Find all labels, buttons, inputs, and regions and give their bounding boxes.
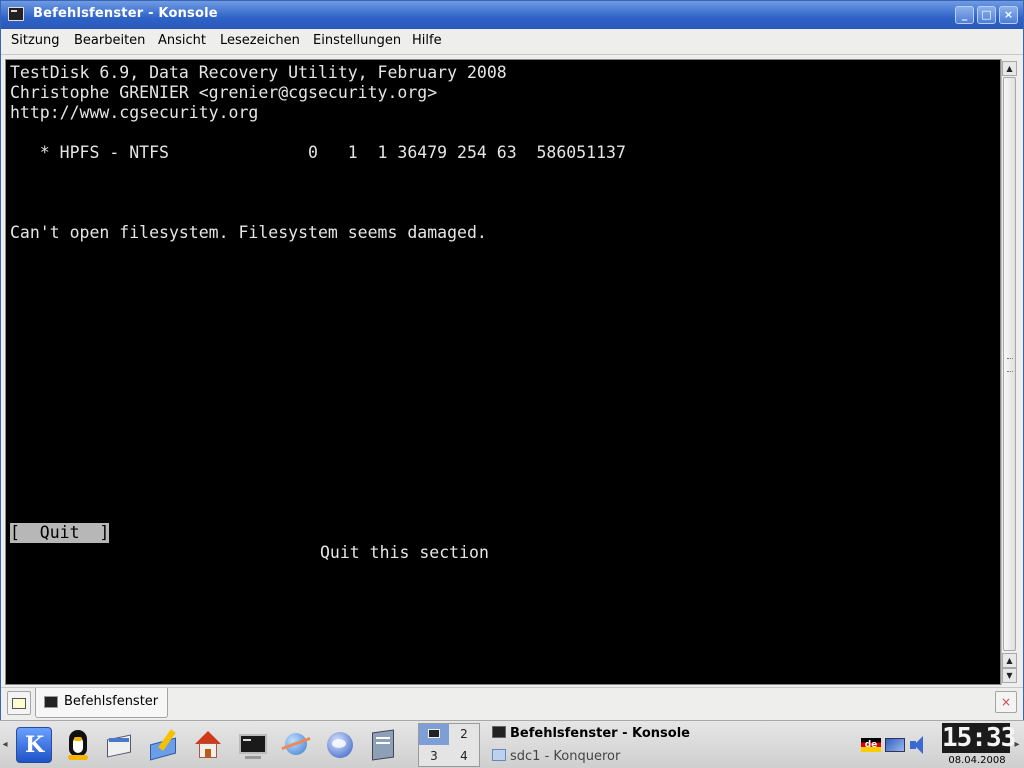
penguin-icon[interactable] — [60, 727, 96, 763]
quit-description: Quit this section — [320, 543, 489, 562]
session-tab-label: Befehlsfenster — [64, 694, 159, 709]
close-session-button[interactable]: × — [995, 691, 1017, 713]
menu-ansicht[interactable]: Ansicht — [158, 33, 206, 48]
panel-hide-right-icon[interactable]: ▸ — [1014, 735, 1020, 755]
panel-hide-left-icon[interactable]: ◂ — [2, 735, 8, 755]
konsole-icon — [44, 696, 58, 708]
menu-hilfe[interactable]: Hilfe — [412, 33, 442, 48]
session-tab-befehlsfenster[interactable]: Befehlsfenster — [35, 688, 168, 718]
konsole-icon[interactable] — [235, 727, 271, 763]
desktop-pager: 2 3 4 — [418, 723, 480, 767]
quit-button[interactable]: [ Quit ] — [10, 523, 110, 543]
terminal-line-author: Christophe GRENIER <grenier@cgsecurity.o… — [10, 83, 438, 102]
pager-desktop-2[interactable]: 2 — [449, 724, 479, 745]
clock-date: 08.04.2008 — [948, 755, 1006, 766]
terminal-view[interactable]: TestDisk 6.9, Data Recovery Utility, Feb… — [5, 59, 1001, 685]
scroll-up-arrow-icon-bottom[interactable]: ▲ — [1002, 653, 1017, 668]
pager-desktop-3[interactable]: 3 — [419, 746, 449, 767]
kontact-icon[interactable] — [146, 727, 182, 763]
clock[interactable]: 15:33 — [942, 723, 1016, 753]
kde-menu-icon[interactable]: K — [16, 727, 52, 763]
office-icon[interactable] — [366, 727, 402, 763]
taskbar-item-label: Befehlsfenster - Konsole — [510, 726, 690, 741]
scroll-up-arrow-icon[interactable]: ▲ — [1002, 61, 1017, 76]
session-tab-bar: Befehlsfenster × — [1, 687, 1023, 720]
terminal-scrollbar[interactable]: ▲ ▲ ▼ — [1001, 59, 1017, 685]
terminal-line-testdisk-version: TestDisk 6.9, Data Recovery Utility, Feb… — [10, 63, 507, 82]
kde-panel: ◂ K 2 3 4 Befehlsfenster - Konsole sdc1 … — [0, 720, 1024, 768]
taskbar-item-label: sdc1 - Konqueror — [510, 749, 621, 764]
konqueror-icon[interactable] — [322, 727, 358, 763]
konsole-icon — [428, 729, 440, 738]
menu-lesezeichen[interactable]: Lesezeichen — [220, 33, 300, 48]
terminal-line-url: http://www.cgsecurity.org — [10, 103, 259, 122]
pager-desktop-4[interactable]: 4 — [449, 746, 479, 767]
konsole-window: Befehlsfenster - Konsole _ □ × Sitzung B… — [0, 0, 1024, 720]
folder-icon — [492, 749, 506, 761]
menu-sitzung[interactable]: Sitzung — [11, 33, 60, 48]
terminal-line-error: Can't open filesystem. Filesystem seems … — [10, 223, 487, 242]
scroll-down-arrow-icon[interactable]: ▼ — [1002, 668, 1017, 683]
maximize-button[interactable]: □ — [977, 6, 996, 24]
display-settings-icon[interactable] — [885, 738, 905, 752]
volume-icon[interactable] — [908, 733, 930, 757]
window-title: Befehlsfenster - Konsole — [33, 6, 218, 21]
scrollbar-thumb[interactable] — [1003, 77, 1016, 651]
minimize-button[interactable]: _ — [955, 6, 974, 24]
terminal-line-partition: * HPFS - NTFS 0 1 1 36479 254 63 5860511… — [10, 143, 626, 162]
pager-desktop-1[interactable] — [419, 724, 449, 745]
close-button[interactable]: × — [999, 6, 1018, 24]
network-icon[interactable] — [278, 727, 314, 763]
taskbar-item-konqueror[interactable]: sdc1 - Konqueror — [492, 749, 620, 764]
menu-bar: Sitzung Bearbeiten Ansicht Lesezeichen E… — [1, 29, 1023, 55]
keyboard-layout-indicator[interactable]: de — [861, 738, 881, 752]
window-list-icon[interactable] — [103, 727, 139, 763]
konsole-icon — [492, 726, 506, 738]
new-session-icon — [12, 698, 26, 709]
menu-bearbeiten[interactable]: Bearbeiten — [74, 33, 145, 48]
title-bar[interactable]: Befehlsfenster - Konsole _ □ × — [1, 1, 1023, 29]
konsole-app-icon[interactable] — [8, 7, 24, 21]
new-session-button[interactable] — [7, 691, 31, 715]
home-icon[interactable] — [190, 727, 226, 763]
taskbar-item-konsole[interactable]: Befehlsfenster - Konsole — [492, 726, 690, 741]
scrollbar-grip-icon — [1007, 358, 1013, 372]
menu-einstellungen[interactable]: Einstellungen — [313, 33, 401, 48]
